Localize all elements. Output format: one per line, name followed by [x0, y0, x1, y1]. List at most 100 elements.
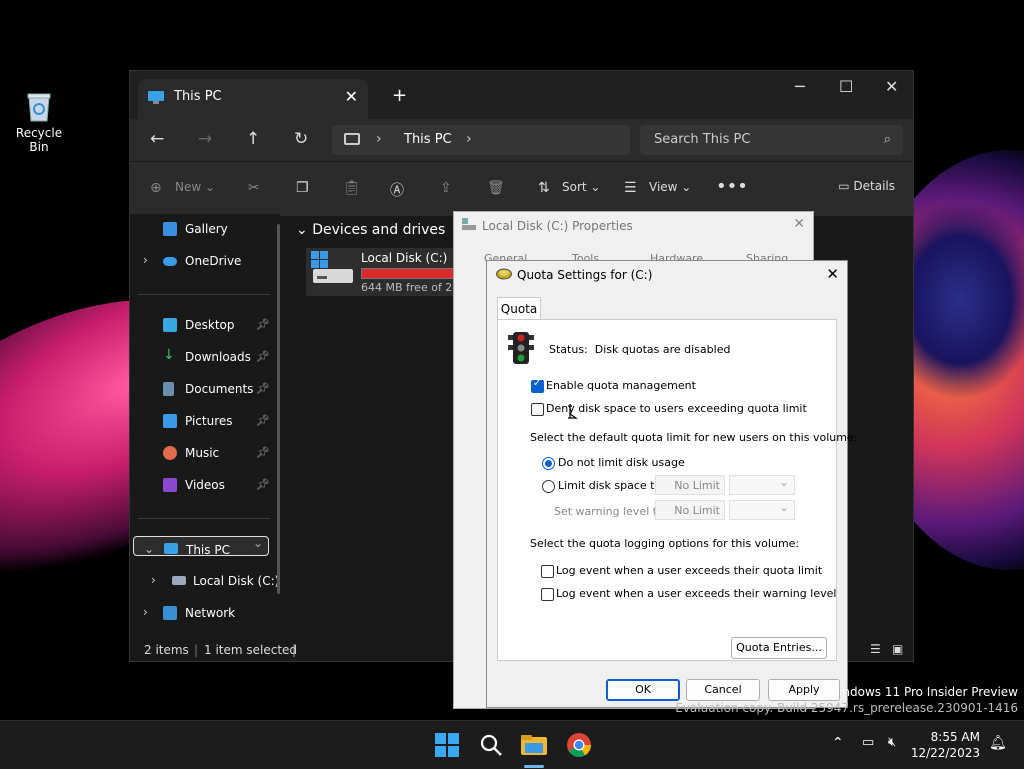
notification-bell-icon[interactable]: 🔔︎ [989, 735, 1007, 751]
warning-unit-dropdown[interactable] [729, 500, 795, 520]
nav-scrollbar[interactable] [277, 224, 280, 594]
nav-label: Music [185, 446, 220, 460]
cancel-button[interactable]: Cancel [686, 679, 760, 701]
new-plus-icon[interactable]: ⊕ [150, 180, 162, 196]
nav-label: Network [185, 606, 236, 620]
nav-item-videos[interactable]: Videos 📌︎ [130, 472, 275, 500]
nav-item-music[interactable]: Music 📌︎ [130, 440, 275, 468]
limit-disk-radio[interactable] [542, 480, 555, 493]
nav-item-network[interactable]: › Network [130, 600, 275, 628]
chevron-right-icon[interactable]: › [143, 253, 148, 267]
pin-icon[interactable]: 📌︎ [256, 382, 270, 395]
drive-icon [172, 576, 186, 585]
nav-item-downloads[interactable]: ↓ Downloads 📌︎ [130, 344, 275, 372]
log-limit-label[interactable]: Log event when a user exceeds their quot… [556, 564, 822, 577]
share-icon[interactable]: ⇪ [440, 180, 452, 196]
recycle-bin-shortcut[interactable]: Recycle Bin [6, 92, 72, 154]
nav-label: OneDrive [185, 254, 242, 268]
log-warning-label[interactable]: Log event when a user exceeds their warn… [556, 587, 836, 600]
start-windows-icon[interactable] [434, 732, 460, 758]
minimize-icon[interactable]: ─ [795, 77, 805, 96]
pin-icon[interactable]: 📌︎ [256, 350, 270, 363]
nav-item-desktop[interactable]: Desktop 📌︎ [130, 312, 275, 340]
ok-button[interactable]: OK [606, 679, 680, 701]
sort-icon: ⇅ [538, 180, 550, 196]
nav-item-documents[interactable]: Documents 📌︎ [130, 376, 275, 404]
download-arrow-icon: ↓ [163, 347, 175, 363]
system-clock[interactable]: 8:55 AM 12/22/2023 [911, 729, 980, 761]
quota-entries-button[interactable]: Quota Entries... [731, 637, 827, 659]
deny-disk-space-checkbox[interactable] [531, 403, 544, 416]
chevron-right-icon[interactable]: › [466, 131, 472, 147]
chrome-icon[interactable] [566, 732, 592, 758]
file-explorer-taskbar-icon[interactable] [520, 732, 547, 758]
close-icon[interactable]: ✕ [793, 216, 805, 232]
new-button[interactable]: New ⌄ [175, 180, 215, 194]
log-limit-checkbox[interactable] [541, 565, 554, 578]
view-button[interactable]: View ⌄ [649, 180, 691, 194]
deny-disk-space-label[interactable]: Deny disk space to users exceeding quota… [546, 402, 807, 415]
no-limit-label[interactable]: Do not limit disk usage [558, 456, 685, 469]
details-button[interactable]: ▭ Details [838, 179, 895, 193]
cut-icon[interactable]: ✂ [248, 180, 260, 196]
rename-icon[interactable]: Ⓐ [390, 180, 404, 200]
nav-item-this-pc[interactable]: ⌄ This PC [133, 536, 269, 557]
address-row: ← → ↑ ↻ › This PC › Search This PC ⌕ [130, 119, 913, 161]
more-options-icon[interactable]: ••• [716, 176, 748, 197]
chevron-down-icon[interactable]: ⌄ [144, 542, 154, 556]
refresh-icon[interactable]: ↻ [294, 129, 308, 149]
address-bar[interactable]: › This PC › [332, 125, 630, 155]
warning-level-label: Set warning level to [554, 505, 664, 518]
limit-disk-label[interactable]: Limit disk space to [558, 479, 661, 492]
back-arrow-icon[interactable]: ← [150, 129, 164, 149]
enable-quota-label[interactable]: Enable quota management [546, 379, 696, 392]
sort-button[interactable]: Sort ⌄ [562, 180, 600, 194]
pictures-icon [163, 414, 177, 428]
no-limit-radio[interactable] [542, 457, 555, 470]
search-icon[interactable] [478, 732, 504, 758]
maximize-icon[interactable]: ☐ [839, 77, 853, 96]
list-view-icon[interactable]: ☰ [870, 642, 881, 656]
forward-arrow-icon[interactable]: → [198, 129, 212, 149]
nav-item-gallery[interactable]: Gallery [130, 216, 275, 244]
pin-icon[interactable]: 📌︎ [256, 446, 270, 459]
volume-muted-icon[interactable]: 🔇︎ [888, 735, 896, 750]
limit-value-field[interactable]: No Limit [655, 475, 725, 495]
log-warning-checkbox[interactable] [541, 588, 554, 601]
pin-icon[interactable]: 📌︎ [256, 414, 270, 427]
close-icon[interactable]: ✕ [826, 265, 839, 283]
group-header[interactable]: ⌄ Devices and drives [296, 222, 445, 238]
chevron-right-icon[interactable]: › [143, 605, 148, 619]
chevron-right-icon[interactable]: › [151, 573, 156, 587]
pin-icon[interactable]: 📌︎ [256, 318, 270, 331]
network-status-icon[interactable]: ▭ [862, 735, 874, 750]
chevron-right-icon[interactable]: › [376, 131, 382, 147]
drive-free-space: 644 MB free of 24 [361, 281, 460, 294]
tab-this-pc[interactable]: This PC ✕ [138, 79, 368, 119]
tab-quota[interactable]: Quota [497, 297, 541, 320]
warning-value-field[interactable]: No Limit [655, 500, 725, 520]
close-tab-icon[interactable]: ✕ [345, 87, 358, 106]
selection-count: 1 item selected [204, 643, 298, 657]
breadcrumb-this-pc[interactable]: This PC [404, 132, 452, 147]
search-box[interactable]: Search This PC ⌕ [640, 125, 903, 155]
paste-icon[interactable]: 📋︎ [343, 180, 361, 196]
explorer-titlebar: This PC ✕ + ─ ☐ ✕ [130, 71, 913, 119]
nav-item-local-disk[interactable]: › Local Disk (C:) [130, 568, 279, 596]
delete-icon[interactable]: 🗑︎ [487, 180, 505, 196]
close-window-icon[interactable]: ✕ [885, 77, 898, 96]
nav-label: Pictures [185, 414, 233, 428]
new-tab-icon[interactable]: + [392, 85, 407, 106]
enable-quota-checkbox[interactable] [531, 378, 544, 393]
copy-icon[interactable]: ❐ [296, 180, 309, 196]
pin-icon[interactable]: 📌︎ [256, 478, 270, 491]
tiles-view-icon[interactable]: ▣ [892, 642, 903, 656]
up-arrow-icon[interactable]: ↑ [246, 129, 260, 149]
quota-status: Status: Disk quotas are disabled [549, 343, 730, 356]
nav-item-onedrive[interactable]: › OneDrive [130, 248, 275, 276]
chevron-up-icon[interactable]: ⌃ [832, 735, 844, 751]
nav-divider [138, 294, 270, 295]
nav-divider [138, 518, 270, 519]
nav-item-pictures[interactable]: Pictures 📌︎ [130, 408, 275, 436]
limit-unit-dropdown[interactable] [729, 475, 795, 495]
